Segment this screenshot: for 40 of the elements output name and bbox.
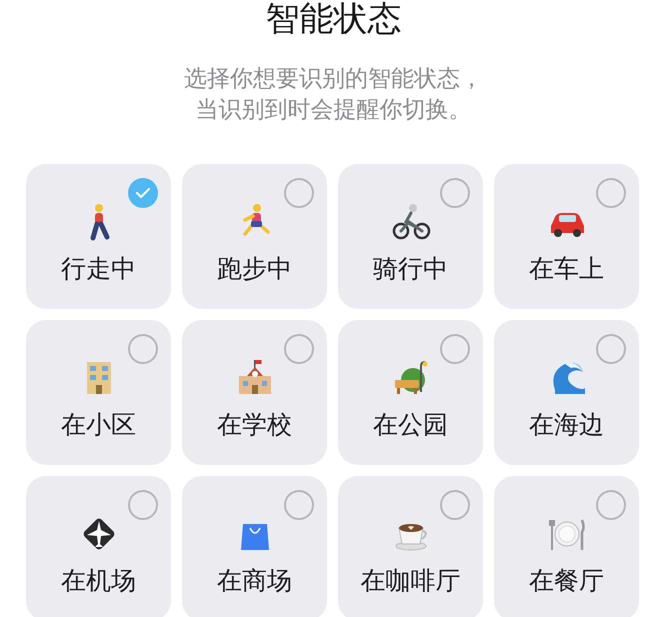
unchecked-circle-icon[interactable] [284, 178, 314, 208]
state-label: 在餐厅 [529, 566, 604, 596]
state-card[interactable]: 在海边 [494, 320, 639, 465]
state-card[interactable]: 在咖啡厅 [338, 476, 483, 617]
state-label: 行走中 [61, 254, 136, 284]
state-card[interactable]: 在学校 [182, 320, 327, 465]
state-card[interactable]: 在机场 [26, 476, 171, 617]
unchecked-circle-icon[interactable] [596, 334, 626, 364]
state-card[interactable]: 在餐厅 [494, 476, 639, 617]
state-card[interactable]: 在商场 [182, 476, 327, 617]
state-card[interactable]: 在车上 [494, 164, 639, 309]
subtitle-line: 选择你想要识别的智能状态， [184, 65, 483, 94]
state-label: 在机场 [61, 566, 136, 596]
unchecked-circle-icon[interactable] [284, 334, 314, 364]
state-card[interactable]: 行走中 [26, 164, 171, 309]
unchecked-circle-icon[interactable] [596, 490, 626, 520]
subtitle-line: 当识别到时会提醒你切换。 [196, 96, 472, 125]
page-title: 智能状态 [264, 0, 402, 38]
unchecked-circle-icon[interactable] [284, 490, 314, 520]
state-card[interactable]: 在小区 [26, 320, 171, 465]
state-label: 在学校 [217, 410, 292, 440]
cyclist-icon [390, 202, 430, 242]
unchecked-circle-icon[interactable] [128, 490, 158, 520]
unchecked-circle-icon[interactable] [440, 178, 470, 208]
state-label: 在海边 [529, 410, 604, 440]
state-label: 在公园 [373, 410, 448, 440]
state-card[interactable]: 在公园 [338, 320, 483, 465]
state-label: 在咖啡厅 [360, 566, 460, 596]
unchecked-circle-icon[interactable] [440, 490, 470, 520]
state-label: 在商场 [217, 566, 292, 596]
state-card[interactable]: 跑步中 [182, 164, 327, 309]
state-card[interactable]: 骑行中 [338, 164, 483, 309]
state-label: 在车上 [529, 254, 604, 284]
state-label: 骑行中 [373, 254, 448, 284]
unchecked-circle-icon[interactable] [596, 178, 626, 208]
checked-circle-icon[interactable] [128, 178, 158, 208]
state-label: 跑步中 [217, 254, 292, 284]
state-label: 在小区 [61, 410, 136, 440]
unchecked-circle-icon[interactable] [440, 334, 470, 364]
unchecked-circle-icon[interactable] [128, 334, 158, 364]
